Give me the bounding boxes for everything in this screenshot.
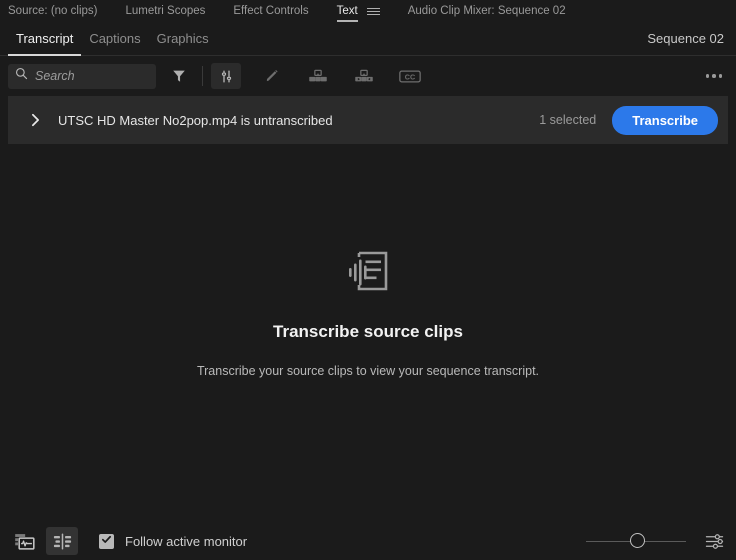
zoom-slider[interactable] (586, 532, 686, 550)
search-field[interactable] (8, 63, 156, 89)
panel-tab-label: Lumetri Scopes (125, 5, 206, 17)
tab-label: Captions (89, 31, 141, 46)
empty-state-description: Transcribe your source clips to view you… (196, 364, 540, 378)
sub-tab-bar: Transcript Captions Graphics Sequence 02 (0, 22, 736, 56)
tab-transcript[interactable]: Transcript (8, 22, 82, 56)
hamburger-menu-icon[interactable] (366, 7, 380, 15)
panel-tab-effect-controls[interactable]: Effect Controls (233, 0, 308, 22)
pencil-edit-icon[interactable] (257, 63, 287, 89)
transcribe-button[interactable]: Transcribe (612, 105, 718, 135)
panel-tab-bar: Source: (no clips) Lumetri Scopes Effect… (0, 0, 736, 22)
follow-active-monitor-label: Follow active monitor (125, 533, 248, 549)
split-clips-icon[interactable] (349, 63, 379, 89)
panel-tab-label: Effect Controls (233, 5, 309, 17)
transcript-track-icon[interactable] (46, 527, 78, 555)
tab-label: Graphics (156, 31, 209, 46)
tab-captions[interactable]: Captions (81, 22, 148, 56)
empty-state-title: Transcribe source clips (273, 322, 463, 341)
transcript-toolbar: CC (0, 56, 736, 96)
clip-title-label: UTSC HD Master No2pop.mp4 is untranscrib… (58, 112, 333, 128)
panel-tab-lumetri-scopes[interactable]: Lumetri Scopes (125, 0, 205, 22)
cc-captions-icon[interactable]: CC (395, 63, 425, 89)
tab-label: Transcript (16, 31, 74, 46)
sort-sliders-icon[interactable] (211, 63, 241, 89)
panel-tab-label: Audio Clip Mixer: Sequence 02 (407, 5, 566, 17)
sequence-name-label: Sequence 02 (647, 31, 724, 46)
toolbar-divider (202, 66, 203, 86)
search-input[interactable] (35, 69, 150, 83)
panel-tab-label: Text (336, 5, 358, 17)
slider-knob[interactable] (630, 533, 645, 548)
panel-tab-text[interactable]: Text (336, 0, 358, 22)
panel-tab-label: Source: (no clips) (8, 5, 98, 17)
empty-state-area: Transcribe source clips Transcribe your … (0, 144, 736, 522)
bottom-bar: Follow active monitor (0, 522, 736, 560)
checkmark-icon (101, 532, 112, 550)
text-panel: Source: (no clips) Lumetri Scopes Effect… (0, 0, 736, 560)
settings-sliders-icon[interactable] (700, 528, 728, 554)
chevron-right-icon[interactable] (26, 113, 44, 127)
follow-active-monitor-checkbox[interactable] (99, 532, 114, 550)
filter-funnel-icon[interactable] (164, 63, 194, 89)
search-icon (15, 67, 28, 85)
svg-text:CC: CC (405, 72, 415, 81)
merge-clips-icon[interactable] (303, 63, 333, 89)
transcript-document-icon (341, 244, 395, 303)
more-options-icon[interactable] (700, 66, 729, 86)
panel-tab-source[interactable]: Source: (no clips) (8, 0, 97, 22)
selected-count-label: 1 selected (539, 113, 597, 127)
clip-row-container: UTSC HD Master No2pop.mp4 is untranscrib… (0, 96, 736, 144)
timeline-clips-icon[interactable] (8, 527, 40, 555)
tab-graphics[interactable]: Graphics (149, 22, 217, 56)
untranscribed-clip-row[interactable]: UTSC HD Master No2pop.mp4 is untranscrib… (8, 96, 728, 144)
panel-tab-audio-clip-mixer[interactable]: Audio Clip Mixer: Sequence 02 (408, 0, 566, 22)
